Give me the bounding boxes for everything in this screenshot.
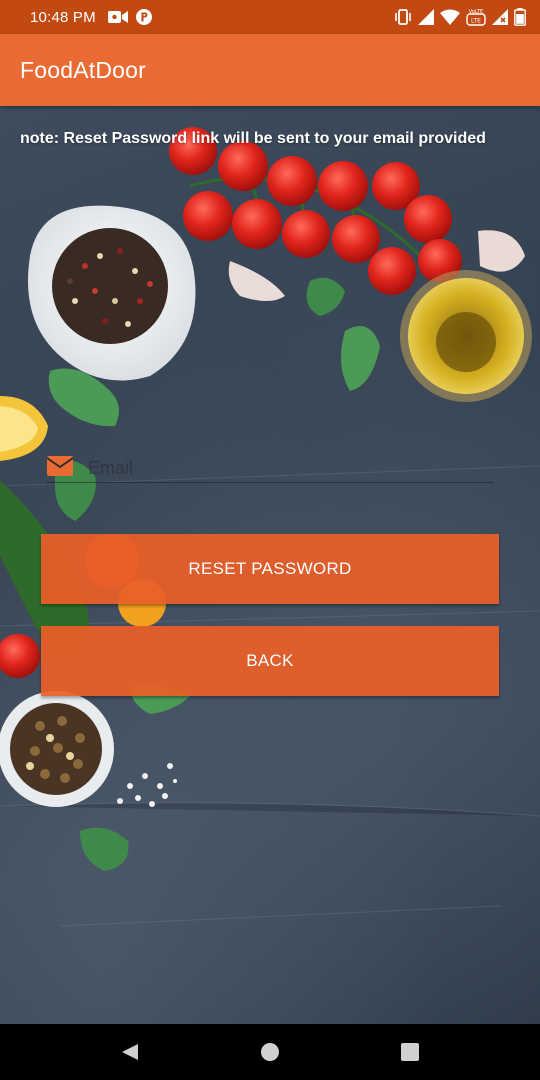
signal-x-icon xyxy=(492,9,508,25)
email-underline xyxy=(46,482,494,483)
signal-icon xyxy=(418,9,434,25)
app-title: FoodAtDoor xyxy=(20,56,147,83)
email-field-row xyxy=(46,450,494,486)
reset-note-text: note: Reset Password link will be sent t… xyxy=(20,130,486,147)
wifi-icon xyxy=(440,9,460,25)
status-bar: 10:48 PM VoLTE LTE xyxy=(0,0,540,34)
status-time: 10:48 PM xyxy=(30,8,96,26)
volte-icon: VoLTE LTE xyxy=(466,8,486,26)
email-input[interactable] xyxy=(86,452,490,484)
vibrate-icon xyxy=(394,9,412,25)
app-bar: FoodAtDoor xyxy=(0,34,540,106)
email-icon xyxy=(46,455,74,482)
nav-recents-button[interactable] xyxy=(390,1032,430,1072)
back-triangle-icon xyxy=(122,1044,138,1060)
p-app-icon xyxy=(135,9,152,25)
battery-icon xyxy=(514,8,526,26)
nav-home-button[interactable] xyxy=(250,1032,290,1072)
system-nav-bar xyxy=(0,1024,540,1080)
status-right-icons: VoLTE LTE xyxy=(394,8,526,26)
reset-password-screen: note: Reset Password link will be sent t… xyxy=(0,106,540,1024)
home-circle-icon xyxy=(261,1043,279,1061)
recents-square-icon xyxy=(401,1043,419,1061)
reset-password-button[interactable]: RESET PASSWORD xyxy=(41,534,499,604)
svg-text:LTE: LTE xyxy=(471,18,481,25)
nav-back-button[interactable] xyxy=(110,1032,150,1072)
video-camera-icon xyxy=(107,10,128,24)
status-left-icons xyxy=(107,9,152,25)
svg-text:VoLTE: VoLTE xyxy=(469,9,483,15)
back-button[interactable]: BACK xyxy=(41,626,499,696)
